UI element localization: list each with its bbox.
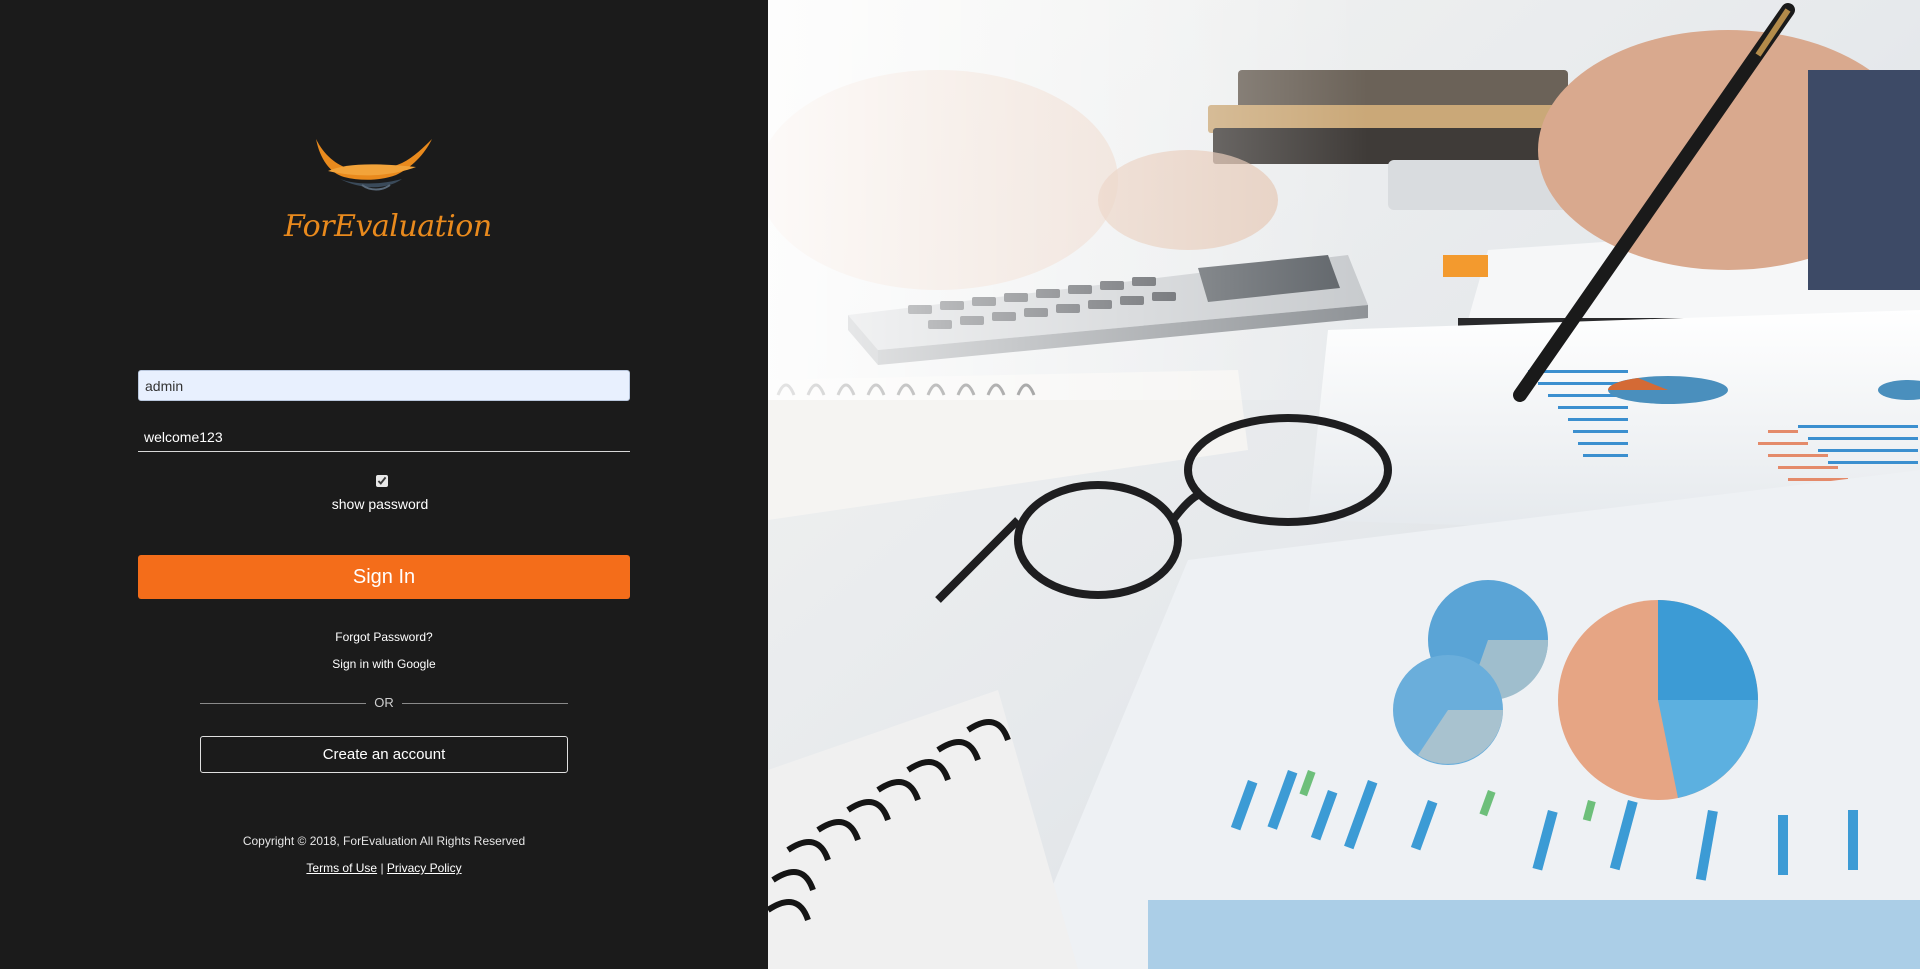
hero-image [768,0,1920,969]
password-input[interactable] [138,418,630,452]
copyright-text: Copyright © 2018, ForEvaluation All Righ… [242,834,526,848]
show-password-label: show password [331,496,429,512]
divider-line-right [402,703,568,704]
login-panel: ForEvaluation show password Sign In Forg… [0,0,768,969]
terms-of-use-link[interactable]: Terms of Use [306,861,377,875]
bird-logo-icon [316,139,432,191]
show-password-checkbox[interactable] [376,475,388,487]
or-divider: OR [200,695,568,711]
forgot-password-link[interactable]: Forgot Password? [134,630,634,644]
username-input[interactable] [138,370,630,401]
sign-in-button[interactable]: Sign In [138,555,630,599]
create-account-button[interactable]: Create an account [200,736,568,773]
legal-links: Terms of Use | Privacy Policy [134,861,634,875]
google-sign-in-link[interactable]: Sign in with Google [134,657,634,671]
brand-logo: ForEvaluation [284,133,492,253]
legal-separator: | [380,861,384,875]
finance-desk-photo-icon [768,0,1920,969]
brand-wordmark: ForEvaluation [284,209,492,244]
privacy-policy-link[interactable]: Privacy Policy [387,861,462,875]
